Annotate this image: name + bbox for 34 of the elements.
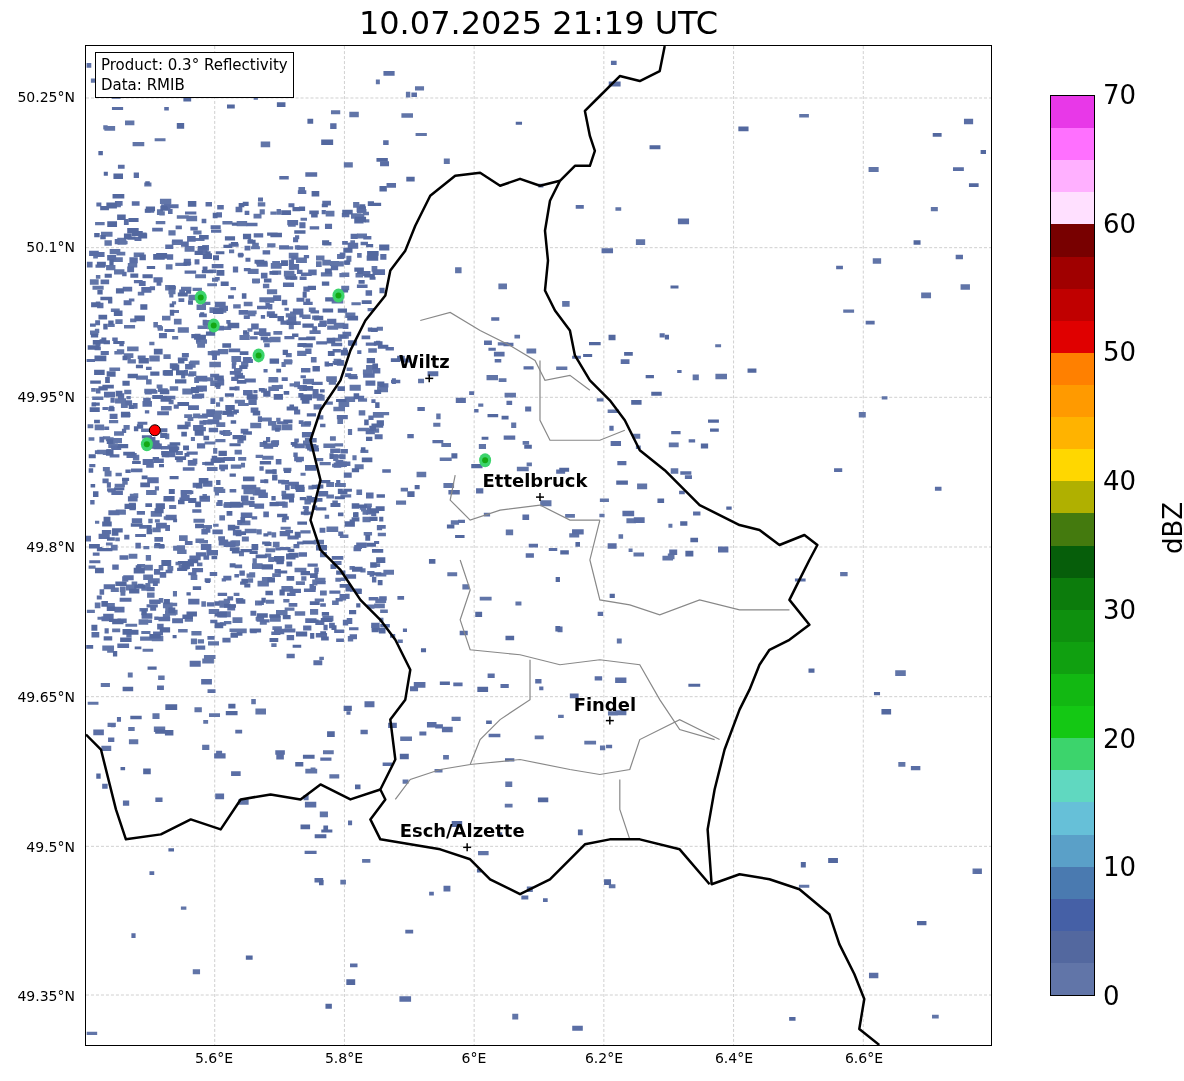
axis-tick-label: 49.65°N <box>17 690 75 704</box>
axis-tick-label: 6.2°E <box>584 1051 624 1065</box>
city-label: Ettelbruck <box>482 470 588 492</box>
colorbar-tick-label: 50 <box>1103 339 1137 366</box>
city-marker-icon <box>605 715 615 726</box>
city-label: Esch/Alzette <box>399 820 525 842</box>
colorbar-tick-label: 20 <box>1103 725 1137 752</box>
axis-tick-label: 50.1°N <box>26 240 75 254</box>
radar-site-marker <box>148 424 161 437</box>
city-marker-icon <box>424 373 434 384</box>
axis-tick-label: 6.4°E <box>714 1051 754 1065</box>
axis-tick-label: 5.8°E <box>324 1051 364 1065</box>
axis-tick-label: 6.6°E <box>844 1051 884 1065</box>
colorbar-tick-label: 60 <box>1103 210 1137 237</box>
city-marker-icon <box>535 492 545 502</box>
info-text: Data: RMIB <box>101 75 186 95</box>
colorbar-tick-label: 10 <box>1103 854 1137 881</box>
axis-tick-label: 49.95°N <box>17 390 75 404</box>
colorbar-label: dBZ <box>1160 501 1184 555</box>
colorbar-tick-label: 30 <box>1103 596 1137 623</box>
axis-tick-label: 5.6°E <box>194 1051 234 1065</box>
axis-tick-label: 49.5°N <box>26 840 75 854</box>
info-text: Product: 0.3° Reflectivity <box>101 55 288 75</box>
city-label: Wiltz <box>398 351 450 373</box>
city-label: Findel <box>573 693 637 715</box>
axis-tick-label: 50.25°N <box>17 90 75 104</box>
axis-tick-label: 49.8°N <box>26 540 75 554</box>
axis-tick-label: 6°E <box>461 1051 487 1065</box>
chart-title: 10.07.2025 21:19 UTC <box>358 6 719 39</box>
city-marker-icon <box>462 842 472 853</box>
axis-tick-label: 49.35°N <box>17 989 75 1003</box>
colorbar-tick-label: 40 <box>1103 468 1137 495</box>
colorbar-tick-label: 70 <box>1103 82 1137 108</box>
colorbar-tick-label: 0 <box>1103 983 1120 1009</box>
